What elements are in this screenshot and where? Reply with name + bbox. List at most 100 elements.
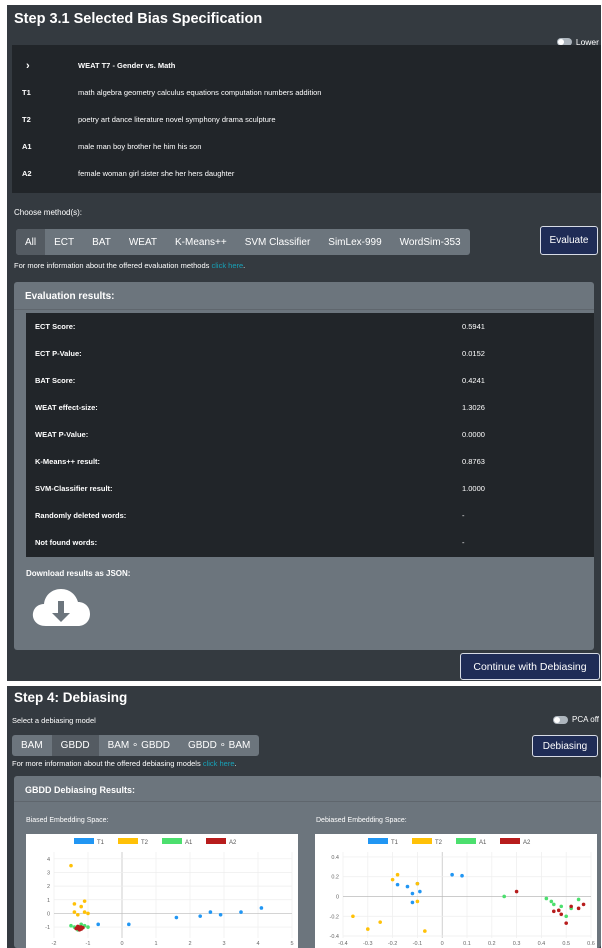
spec-key: A2: [22, 169, 32, 178]
x-tick-label: 0.2: [488, 941, 496, 947]
scatter-point-t2: [82, 899, 87, 903]
legend-swatch: [118, 838, 138, 844]
legend-swatch: [162, 838, 182, 844]
y-tick-label: 1: [47, 898, 50, 904]
pca-toggle-switch[interactable]: [553, 715, 569, 724]
result-key: BAT Score:: [35, 376, 76, 385]
method-all-button[interactable]: All: [16, 229, 46, 255]
legend-label: A1: [185, 840, 193, 846]
biased-scatter-plot: T1 T2 A1 A2 -2 -1 0 1 2 3 4 5 4 3 2 1 0 -1: [45, 838, 294, 947]
scatter-point-a2: [556, 908, 561, 913]
result-key: WEAT effect-size:: [35, 403, 98, 412]
model-gbdd-button[interactable]: GBDD: [51, 735, 99, 756]
result-value: -: [462, 538, 465, 547]
debiased-space-label: Debiased Embedding Space:: [316, 817, 407, 824]
y-tick-label: 4: [47, 857, 50, 863]
spec-row-t1: T1 math algebra geometry calculus equati…: [12, 79, 601, 106]
spec-header-row[interactable]: › WEAT T7 - Gender vs. Math: [12, 52, 601, 79]
biased-chart: T1 T2 A1 A2 -2 -1 0 1 2 3 4 5 4 3 2 1 0 -1: [26, 834, 298, 948]
x-tick-label: -0.4: [338, 941, 347, 947]
scatter-point-t2: [76, 912, 80, 917]
model-gbdd-bam-button[interactable]: GBDD ∘ BAM: [179, 735, 259, 756]
scatter-point-a1: [502, 894, 506, 899]
spec-row-t2: T2 poetry art dance literature novel sym…: [12, 106, 601, 133]
result-value: 1.3026: [462, 403, 485, 412]
pca-toggle[interactable]: PCA off: [553, 715, 599, 724]
spec-value: math algebra geometry calculus equations…: [78, 88, 322, 97]
gbdd-results-title: GBDD Debiasing Results:: [25, 785, 136, 795]
scatter-point-t1: [259, 906, 264, 910]
scatter-point-t2: [415, 881, 420, 886]
results-table: ECT Score: 0.5941 ECT P-Value: 0.0152 BAT Sc…: [26, 313, 594, 557]
pca-toggle-label: PCA off: [572, 715, 599, 724]
scatter-point-a2: [74, 926, 78, 931]
x-tick-label: 0.5: [562, 941, 570, 947]
bias-specification-panel: Step 3.1 Selected Bias Specification Low…: [7, 5, 601, 681]
result-key: Not found words:: [35, 538, 98, 547]
continue-with-debiasing-button[interactable]: Continue with Debiasing: [460, 653, 600, 680]
spec-value: male man boy brother he him his son: [78, 142, 202, 151]
model-bam-button[interactable]: BAM: [12, 735, 52, 756]
result-row: ECT Score: 0.5941: [26, 313, 594, 340]
method-ect-button[interactable]: ECT: [45, 229, 83, 255]
legend-swatch: [412, 838, 432, 844]
y-tick-label: -1: [45, 925, 50, 931]
eval-info-suffix: .: [243, 261, 246, 270]
method-bat-button[interactable]: BAT: [83, 229, 120, 255]
method-svm-button[interactable]: SVM Classifier: [236, 229, 320, 255]
spec-key: A1: [22, 142, 32, 151]
result-row: WEAT P-Value: 0.0000: [26, 421, 594, 448]
scatter-point-t1: [208, 910, 213, 914]
result-value: 0.4241: [462, 376, 485, 385]
debias-info-link[interactable]: click here: [203, 759, 235, 768]
scatter-point-t1: [198, 914, 202, 918]
debiasing-panel: Step 4: Debiasing Select a debiasing mod…: [7, 686, 601, 948]
method-simlex-button[interactable]: SimLex-999: [319, 229, 390, 255]
x-tick-label: -0.3: [363, 941, 372, 947]
result-row: K-Means++ result: 0.8763: [26, 448, 594, 475]
scatter-point-a1: [86, 925, 90, 929]
scatter-point-a2: [564, 921, 568, 925]
x-tick-label: 0.6: [587, 941, 595, 947]
expand-chevron-icon[interactable]: ›: [26, 60, 30, 72]
x-tick-label: 5: [290, 941, 293, 947]
scatter-point-t1: [395, 882, 400, 887]
method-kmeans-button[interactable]: K-Means++: [166, 229, 236, 255]
debias-info-prefix: For more information about the offered d…: [12, 759, 203, 768]
scatter-point-a2: [569, 904, 573, 909]
download-label: Download results as JSON:: [26, 569, 131, 578]
model-bam-gbdd-button[interactable]: BAM ∘ GBDD: [99, 735, 179, 756]
legend-swatch: [206, 838, 226, 844]
scatter-point-t1: [410, 891, 415, 896]
scatter-point-t2: [79, 904, 83, 909]
debias-info-text: For more information about the offered d…: [12, 759, 237, 768]
x-tick-label: 0.3: [513, 941, 521, 947]
cloud-download-icon[interactable]: [32, 586, 90, 630]
scatter-point-a2: [552, 909, 556, 914]
result-value: 0.5941: [462, 322, 485, 331]
result-value: 0.8763: [462, 457, 485, 466]
legend-label: T1: [97, 840, 105, 846]
x-tick-label: 0: [120, 941, 123, 947]
scatter-point-t1: [127, 922, 131, 927]
eval-info-link[interactable]: click here: [211, 261, 243, 270]
legend-swatch: [456, 838, 476, 844]
legend-label: A1: [479, 840, 487, 846]
debiasing-button[interactable]: Debiasing: [532, 735, 598, 757]
step31-title: Step 3.1 Selected Bias Specification: [14, 11, 263, 27]
scatter-point-a2: [559, 912, 564, 917]
x-tick-label: 4: [256, 941, 259, 947]
debiased-scatter-plot: T1 T2 A1 A2 -0.4 -0.3 -0.2 -0.1 0 0.1 0.2 0.3 0.4 0.5…: [330, 838, 595, 947]
gbdd-card-header: GBDD Debiasing Results:: [14, 776, 601, 802]
scatter-point-t2: [395, 872, 400, 877]
x-tick-label: 1: [154, 941, 157, 947]
x-tick-label: -1: [86, 941, 91, 947]
gbdd-results-card: GBDD Debiasing Results: Biased Embedding…: [14, 776, 601, 948]
biased-space-label: Biased Embedding Space:: [26, 817, 109, 824]
method-wordsim-button[interactable]: WordSim-353: [391, 229, 470, 255]
method-weat-button[interactable]: WEAT: [120, 229, 166, 255]
model-button-group: BAM GBDD BAM ∘ GBDD GBDD ∘ BAM: [12, 735, 260, 756]
x-tick-label: 0: [441, 941, 444, 947]
evaluate-button[interactable]: Evaluate: [540, 226, 598, 255]
x-tick-label: 0.4: [538, 941, 546, 947]
